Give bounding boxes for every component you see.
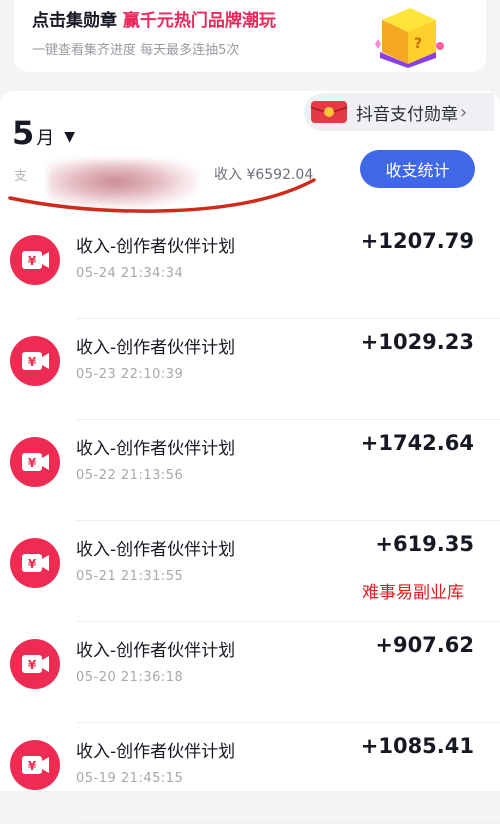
transaction-row[interactable]: ¥ 收入-创作者伙伴计划 05-24 21:34:34 +1207.79 (0, 218, 500, 319)
watermark-text: 难事易副业库 (362, 583, 464, 603)
video-income-icon: ¥ (10, 639, 60, 689)
transaction-amount: +1207.79 (360, 229, 474, 253)
svg-text:¥: ¥ (28, 254, 37, 268)
gift-box-icon: ? (375, 8, 444, 68)
chevron-right-icon: › (460, 101, 468, 123)
promo-banner[interactable]: 点击集勋章 赢千元热门品牌潮玩 一键查看集齐进度 每天最多连抽5次 ? (14, 0, 486, 72)
banner-subtitle: 一键查看集齐进度 每天最多连抽5次 (32, 43, 240, 58)
month-selector[interactable]: 5 月 ▼ (12, 114, 75, 152)
svg-text:¥: ¥ (28, 658, 37, 672)
pay-badge-link[interactable]: 抖音支付勋章 › (304, 93, 494, 131)
transaction-time: 05-21 21:31:55 (76, 569, 184, 584)
svg-text:¥: ¥ (28, 759, 37, 773)
video-income-icon: ¥ (10, 740, 60, 790)
video-income-icon: ¥ (10, 437, 60, 487)
transaction-row[interactable]: ¥ 收入-创作者伙伴计划 05-19 21:45:15 +1085.41 (0, 723, 500, 824)
transaction-amount: +1029.23 (360, 330, 474, 354)
svg-text:¥: ¥ (28, 355, 37, 369)
red-envelope-icon (310, 101, 348, 123)
video-income-icon: ¥ (10, 538, 60, 588)
transaction-title: 收入-创作者伙伴计划 (76, 338, 236, 358)
transaction-time: 05-23 22:10:39 (76, 367, 184, 382)
stats-button[interactable]: 收支统计 (360, 150, 475, 188)
transaction-time: 05-22 21:13:56 (76, 468, 184, 483)
transaction-time: 05-19 21:45:15 (76, 771, 184, 786)
month-unit: 月 (36, 128, 55, 149)
transaction-amount: +1742.64 (360, 431, 474, 455)
transaction-time: 05-24 21:34:34 (76, 266, 184, 281)
banner-title-highlight: 赢千元热门品牌潮玩 (122, 11, 276, 31)
transaction-title: 收入-创作者伙伴计划 (76, 237, 236, 257)
svg-text:?: ? (414, 36, 422, 52)
transaction-time: 05-20 21:36:18 (76, 670, 184, 685)
transaction-row[interactable]: ¥ 收入-创作者伙伴计划 05-21 21:31:55 +619.35 (0, 521, 500, 622)
video-income-icon: ¥ (10, 336, 60, 386)
pay-badge-label: 抖音支付勋章 (356, 104, 458, 125)
transaction-title: 收入-创作者伙伴计划 (76, 439, 236, 459)
svg-text:¥: ¥ (28, 557, 37, 571)
transaction-title: 收入-创作者伙伴计划 (76, 641, 236, 661)
transaction-amount: +1085.41 (360, 734, 474, 758)
transaction-list: ¥ 收入-创作者伙伴计划 05-24 21:34:34 +1207.79 ¥ 收入-创作者… (0, 218, 500, 824)
transaction-row[interactable]: ¥ 收入-创作者伙伴计划 05-20 21:36:18 +907.62 (0, 622, 500, 723)
hand-drawn-underline (8, 178, 316, 213)
month-number: 5 (12, 114, 35, 152)
svg-text:¥: ¥ (28, 456, 37, 470)
banner-title-prefix: 点击集勋章 (32, 11, 123, 31)
transaction-amount: +907.62 (375, 633, 474, 657)
dropdown-arrow-icon: ▼ (64, 129, 76, 145)
video-income-icon: ¥ (10, 235, 60, 285)
transaction-title: 收入-创作者伙伴计划 (76, 742, 236, 762)
banner-title: 点击集勋章 赢千元热门品牌潮玩 (32, 6, 276, 31)
transaction-row[interactable]: ¥ 收入-创作者伙伴计划 05-22 21:13:56 +1742.64 (0, 420, 500, 521)
transaction-title: 收入-创作者伙伴计划 (76, 540, 236, 560)
transaction-amount: +619.35 (375, 532, 474, 556)
transaction-row[interactable]: ¥ 收入-创作者伙伴计划 05-23 22:10:39 +1029.23 (0, 319, 500, 420)
